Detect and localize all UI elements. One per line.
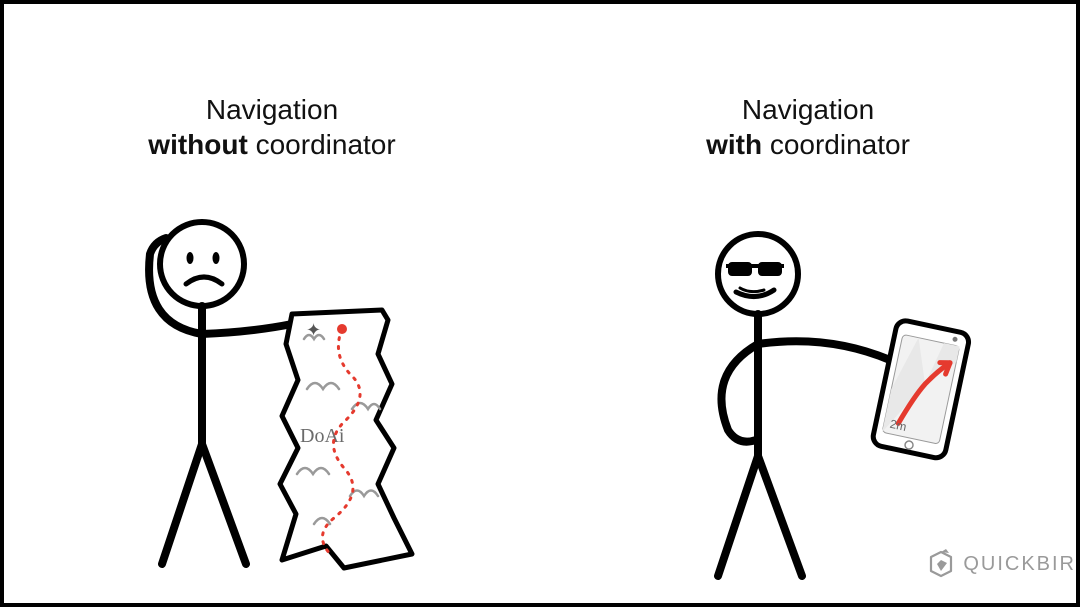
panel-with-coordinator: Navigation with coordinator [540, 4, 1076, 603]
left-leg [718, 456, 758, 576]
quickbird-logo: QUICKBIR [927, 549, 1076, 579]
map-region-label: DoAi [300, 425, 345, 447]
gps-phone: 2m [871, 319, 970, 460]
right-eye [213, 252, 220, 264]
right-arm [202, 324, 292, 334]
map-start-pin [337, 324, 347, 334]
drawing-with: 2m [540, 184, 1076, 603]
right-leg [202, 444, 246, 564]
caption-line1: Navigation [540, 92, 1076, 127]
paper-map: ✦ DoAi [280, 310, 412, 568]
caption-emphasis: with [706, 129, 762, 160]
caption-with: Navigation with coordinator [540, 92, 1076, 162]
left-leg [162, 444, 202, 564]
right-leg [758, 456, 802, 576]
logo-text: QUICKBIR [963, 553, 1076, 576]
caption-emphasis: without [148, 129, 248, 160]
stickfigure-map-illustration: ✦ DoAi [82, 184, 462, 584]
caption-without: Navigation without coordinator [4, 92, 540, 162]
panel-without-coordinator: Navigation without coordinator [4, 4, 540, 603]
left-arm [721, 344, 758, 442]
drawing-without: ✦ DoAi [4, 184, 540, 603]
caption-line1: Navigation [4, 92, 540, 127]
caption-rest: coordinator [762, 129, 910, 160]
head [160, 222, 244, 306]
caption-line2: with coordinator [540, 127, 1076, 162]
stickfigure-phone-illustration: 2m [598, 184, 1018, 584]
right-arm [758, 341, 890, 360]
caption-line2: without coordinator [4, 127, 540, 162]
left-eye [187, 252, 194, 264]
caption-rest: coordinator [248, 129, 396, 160]
map-corner-glyph: ✦ [306, 320, 321, 340]
quickbird-logo-icon [927, 549, 955, 579]
